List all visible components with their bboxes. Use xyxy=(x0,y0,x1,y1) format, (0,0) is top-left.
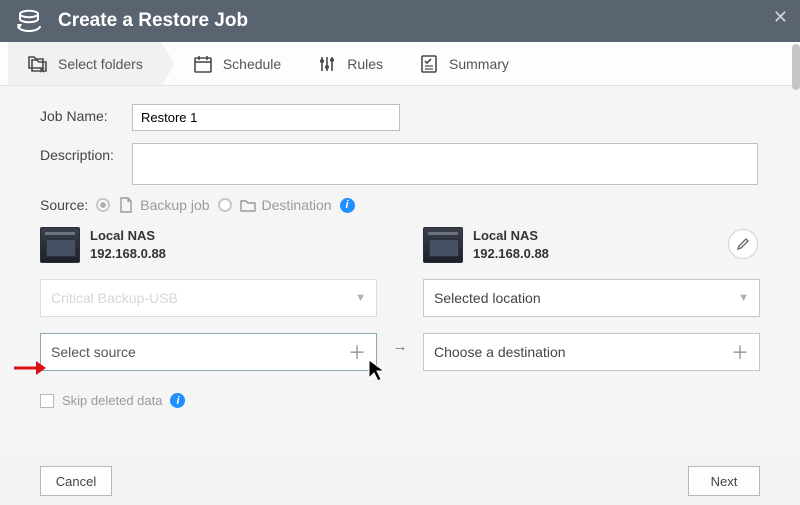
folder-icon xyxy=(240,198,256,212)
source-row: Source: Backup job Destination i xyxy=(40,197,760,213)
source-label: Source: xyxy=(40,197,88,213)
source-opt-destination[interactable]: Destination xyxy=(240,197,332,213)
folders-icon xyxy=(26,54,48,74)
destination-column: Local NAS 192.168.0.88 Selected location… xyxy=(423,227,760,408)
select-source-button[interactable]: Select source ＋ xyxy=(40,333,377,371)
select-source-label: Select source xyxy=(51,344,136,360)
picker-text: Selected location xyxy=(434,290,541,306)
next-button[interactable]: Next xyxy=(688,466,760,496)
radio-backup-job[interactable] xyxy=(96,198,110,212)
description-input[interactable] xyxy=(132,143,758,185)
source-nas-ip: 192.168.0.88 xyxy=(90,245,166,263)
sliders-icon xyxy=(317,54,337,74)
checkbox-icon[interactable] xyxy=(40,394,54,408)
source-column: Local NAS 192.168.0.88 Critical Backup-U… xyxy=(40,227,377,408)
nas-device-icon xyxy=(423,227,463,263)
destination-nas: Local NAS 192.168.0.88 xyxy=(423,227,760,263)
source-nas-name: Local NAS xyxy=(90,227,166,245)
step-label: Schedule xyxy=(223,56,281,72)
step-label: Select folders xyxy=(58,56,143,72)
scrollbar[interactable] xyxy=(792,44,800,90)
source-opt-backup[interactable]: Backup job xyxy=(118,197,209,213)
pencil-icon xyxy=(736,237,750,251)
restore-logo-icon xyxy=(14,8,44,34)
destination-location-picker[interactable]: Selected location ▼ xyxy=(423,279,760,317)
step-label: Rules xyxy=(347,56,383,72)
jobname-label: Job Name: xyxy=(40,104,132,124)
file-icon xyxy=(118,197,134,213)
edit-destination-button[interactable] xyxy=(728,229,758,259)
choose-destination-label: Choose a destination xyxy=(434,344,566,360)
choose-destination-button[interactable]: Choose a destination ＋ xyxy=(423,333,760,371)
info-icon[interactable]: i xyxy=(170,393,185,408)
picker-text: Critical Backup-USB xyxy=(51,290,178,306)
step-schedule[interactable]: Schedule xyxy=(175,42,299,85)
skip-deleted-row[interactable]: Skip deleted data i xyxy=(40,393,377,408)
radio-destination[interactable] xyxy=(218,198,232,212)
step-select-folders[interactable]: Select folders xyxy=(8,42,161,85)
plus-icon: ＋ xyxy=(348,339,366,365)
step-summary[interactable]: Summary xyxy=(401,42,527,85)
destination-nas-name: Local NAS xyxy=(473,227,549,245)
description-label: Description: xyxy=(40,143,132,163)
close-icon[interactable]: ✕ xyxy=(773,7,788,28)
summary-icon xyxy=(419,54,439,74)
chevron-down-icon: ▼ xyxy=(738,292,749,304)
direction-arrow-icon: → xyxy=(383,285,417,408)
step-rules[interactable]: Rules xyxy=(299,42,401,85)
chevron-down-icon: ▼ xyxy=(355,292,366,304)
dialog-title: Create a Restore Job xyxy=(58,10,248,32)
destination-nas-ip: 192.168.0.88 xyxy=(473,245,549,263)
dialog-footer: Cancel Next xyxy=(0,457,800,505)
step-label: Summary xyxy=(449,56,509,72)
dialog-header: Create a Restore Job ✕ xyxy=(0,0,800,42)
jobname-input[interactable] xyxy=(132,104,400,131)
plus-icon: ＋ xyxy=(731,339,749,365)
source-nas: Local NAS 192.168.0.88 xyxy=(40,227,377,263)
cancel-button[interactable]: Cancel xyxy=(40,466,112,496)
nas-device-icon xyxy=(40,227,80,263)
form-body: Job Name: Description: Source: Backup jo… xyxy=(0,86,800,418)
info-icon[interactable]: i xyxy=(340,198,355,213)
source-backup-picker[interactable]: Critical Backup-USB ▼ xyxy=(40,279,377,317)
skip-deleted-label: Skip deleted data xyxy=(62,393,162,408)
wizard-steps: Select folders Schedule Rules Summary xyxy=(0,42,800,86)
calendar-icon xyxy=(193,54,213,74)
